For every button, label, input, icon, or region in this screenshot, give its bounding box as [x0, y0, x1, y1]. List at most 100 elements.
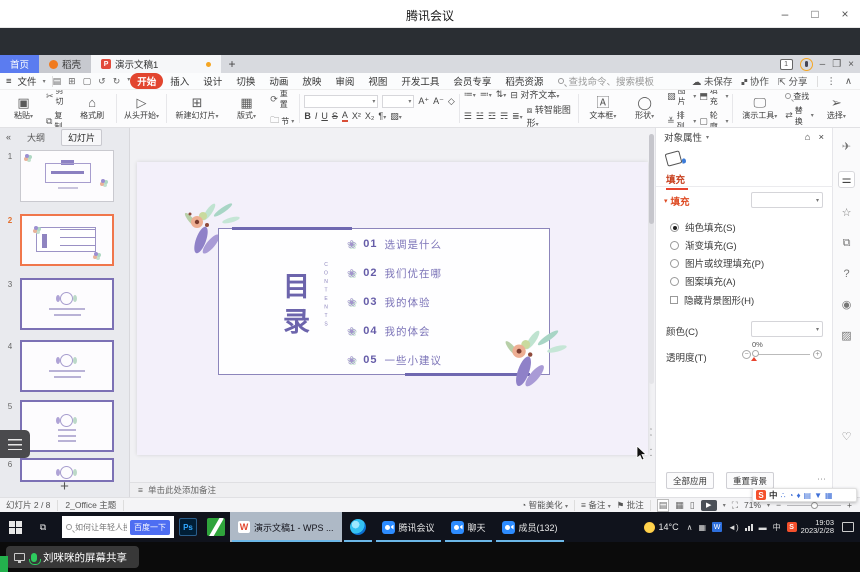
- apply-all-button[interactable]: 全部应用: [666, 472, 714, 489]
- action-center-icon[interactable]: [842, 522, 854, 532]
- ime-toolbox-icon[interactable]: ▦: [825, 491, 833, 500]
- align-text-button[interactable]: ⊟ 对齐文本▾: [510, 90, 559, 101]
- ribbon-tab-insert[interactable]: 插入: [163, 73, 196, 89]
- screen-share-pill[interactable]: 刘咪咪的屏幕共享: [6, 546, 139, 568]
- align-right-icon[interactable]: ☲: [488, 111, 496, 122]
- strike-button[interactable]: S: [332, 111, 338, 121]
- minimize-icon[interactable]: –: [770, 0, 800, 28]
- sogou-logo-icon[interactable]: S: [756, 490, 766, 500]
- ribbon-tab-transition[interactable]: 切换: [229, 73, 262, 89]
- italic-button[interactable]: I: [315, 111, 318, 121]
- text-box-button[interactable]: 🄰文本框▾: [583, 96, 622, 121]
- layout-button[interactable]: ▦版式▾: [226, 96, 267, 121]
- font-size-combo[interactable]: ▾: [382, 95, 414, 108]
- favorite-icon[interactable]: ♡: [842, 430, 852, 443]
- paste-button[interactable]: ▣粘贴▾: [4, 96, 43, 121]
- line-spacing-icon[interactable]: ≣▾: [512, 111, 523, 122]
- fill-tab[interactable]: 填充: [666, 172, 685, 186]
- pin-bell-icon[interactable]: ⌂: [805, 132, 811, 143]
- picture-fill-radio[interactable]: 图片或纹理填充(P): [670, 256, 764, 270]
- edge-task-button[interactable]: [342, 512, 374, 542]
- slide-thumb-1[interactable]: 1: [0, 150, 130, 202]
- tab-outline[interactable]: 大纲: [21, 130, 51, 145]
- thumbnail-2-selected[interactable]: [20, 214, 114, 266]
- align-left-icon[interactable]: ☰: [464, 111, 472, 122]
- weather-widget[interactable]: 14°C: [640, 512, 683, 542]
- network-icon[interactable]: [745, 524, 753, 531]
- screenshot-tray-icon[interactable]: ▦: [698, 523, 706, 532]
- help-icon[interactable]: ?: [843, 268, 849, 280]
- ime-emoji-icon[interactable]: ◔: [789, 491, 794, 500]
- color-combo[interactable]: ▾: [751, 321, 823, 337]
- theme-name[interactable]: 2_Office 主题: [65, 499, 116, 511]
- notes-bar[interactable]: ≡ 单击此处添加备注: [130, 482, 655, 497]
- new-slide-button[interactable]: ⊞新建幻灯片▾: [171, 96, 222, 121]
- green-app-task-button[interactable]: [202, 512, 230, 542]
- ribbon-tab-animation[interactable]: 动画: [262, 73, 295, 89]
- prev-next-slide-buttons[interactable]: ⌃⌃⌄⌄: [647, 428, 655, 458]
- toc-item-3[interactable]: ❀ 03 我的体验: [347, 292, 430, 312]
- reset-background-button[interactable]: 重置背景: [726, 472, 774, 489]
- meeting-task-button[interactable]: 腾讯会议: [374, 512, 443, 542]
- toc-item-2[interactable]: ❀ 02 我们优在哪: [347, 263, 442, 283]
- toc-item-4[interactable]: ❀ 04 我的体会: [347, 321, 430, 341]
- resource-icon[interactable]: ▨: [841, 329, 851, 342]
- wps-close-icon[interactable]: ×: [848, 59, 854, 70]
- ribbon-tab-design[interactable]: 设计: [196, 73, 229, 89]
- thumbnail-4[interactable]: [20, 340, 114, 392]
- ribbon-tab-review[interactable]: 审阅: [328, 73, 361, 89]
- chevron-down-icon[interactable]: ▾: [706, 134, 709, 141]
- arrange-button[interactable]: ≚排列▾: [667, 110, 696, 128]
- section-button[interactable]: 🗀节▾: [270, 113, 295, 128]
- comments-button[interactable]: ⚑ 批注: [617, 499, 644, 511]
- slide-thumb-4[interactable]: 4: [0, 340, 130, 392]
- replace-button[interactable]: ⇄替换▾: [785, 105, 814, 127]
- share-button[interactable]: ⇱ 分享: [778, 74, 808, 88]
- ime-keyboard-icon[interactable]: ▤: [804, 491, 812, 500]
- hide-background-checkbox[interactable]: 隐藏背景图形(H): [670, 293, 754, 307]
- outline-button[interactable]: ▢轮廓▾: [699, 110, 728, 128]
- ribbon-tab-member[interactable]: 会员专享: [446, 73, 498, 89]
- notes-button[interactable]: ≡ 备注 ▾: [581, 499, 611, 511]
- collapse-panel-icon[interactable]: «: [6, 132, 11, 142]
- add-slide-button[interactable]: +: [0, 478, 129, 495]
- preview-icon[interactable]: ▢: [83, 76, 92, 87]
- sorter-view-icon[interactable]: ▦: [675, 500, 684, 511]
- floating-list-toggle[interactable]: [0, 430, 30, 458]
- collapse-ribbon-icon[interactable]: ∧: [845, 76, 852, 87]
- new-tab-button[interactable]: +: [221, 55, 243, 73]
- animation-pane-icon[interactable]: ☆: [842, 206, 852, 219]
- ribbon-tab-devtools[interactable]: 开发工具: [394, 73, 446, 89]
- zoom-slider[interactable]: [787, 505, 841, 506]
- play-from-start-button[interactable]: ▷从头开始▾: [120, 96, 162, 121]
- slide-thumb-2[interactable]: 2: [0, 214, 130, 266]
- print-icon[interactable]: ⊞: [68, 76, 76, 87]
- current-slide[interactable]: 目录 CONTENTS ❀ 01 选调是什么 ❀ 02 我们优在哪 ❀ 03 我…: [137, 162, 648, 455]
- justify-icon[interactable]: ☴: [500, 111, 508, 122]
- chat-task-button[interactable]: 聊天: [443, 512, 494, 542]
- sogou-ime-bar[interactable]: S 中 ∴ ◔ ♦ ▤ ▼ ▦: [752, 488, 857, 502]
- redo-icon[interactable]: ↻: [113, 76, 121, 87]
- tab-home[interactable]: 首页: [0, 55, 39, 73]
- wps-task-button[interactable]: W 演示文稿1 - WPS ...: [230, 512, 342, 542]
- picture-button[interactable]: ▧图片▾: [667, 90, 696, 107]
- collab-button[interactable]: 🙾 协作: [742, 74, 769, 88]
- start-button[interactable]: [0, 512, 30, 542]
- decrease-font-icon[interactable]: A⁻: [433, 96, 444, 107]
- cut-button[interactable]: ✂剪切: [46, 90, 70, 107]
- zoom-slider-thumb[interactable]: [811, 502, 818, 509]
- slideshow-play-icon[interactable]: ▶: [701, 500, 717, 511]
- toc-title[interactable]: 目录: [275, 272, 314, 342]
- thumbnail-1[interactable]: [20, 150, 114, 202]
- idea-icon[interactable]: ◉: [842, 298, 852, 311]
- solid-fill-radio[interactable]: 纯色填充(S): [670, 220, 736, 234]
- align-center-icon[interactable]: ☱: [476, 111, 484, 122]
- underline-button[interactable]: U: [321, 111, 328, 121]
- shapes-button[interactable]: ◯形状▾: [625, 96, 664, 121]
- tab-slides[interactable]: 幻灯片: [61, 129, 102, 146]
- toc-item-5[interactable]: ❀ 05 一些小建议: [347, 350, 442, 370]
- text-direction-icon[interactable]: ⇅▾: [496, 90, 507, 100]
- format-painter-button[interactable]: ⌂格式刷: [73, 96, 112, 121]
- toc-item-1[interactable]: ❀ 01 选调是什么: [347, 234, 442, 254]
- beautify-button[interactable]: ◔ 智能美化 ▾: [521, 499, 568, 511]
